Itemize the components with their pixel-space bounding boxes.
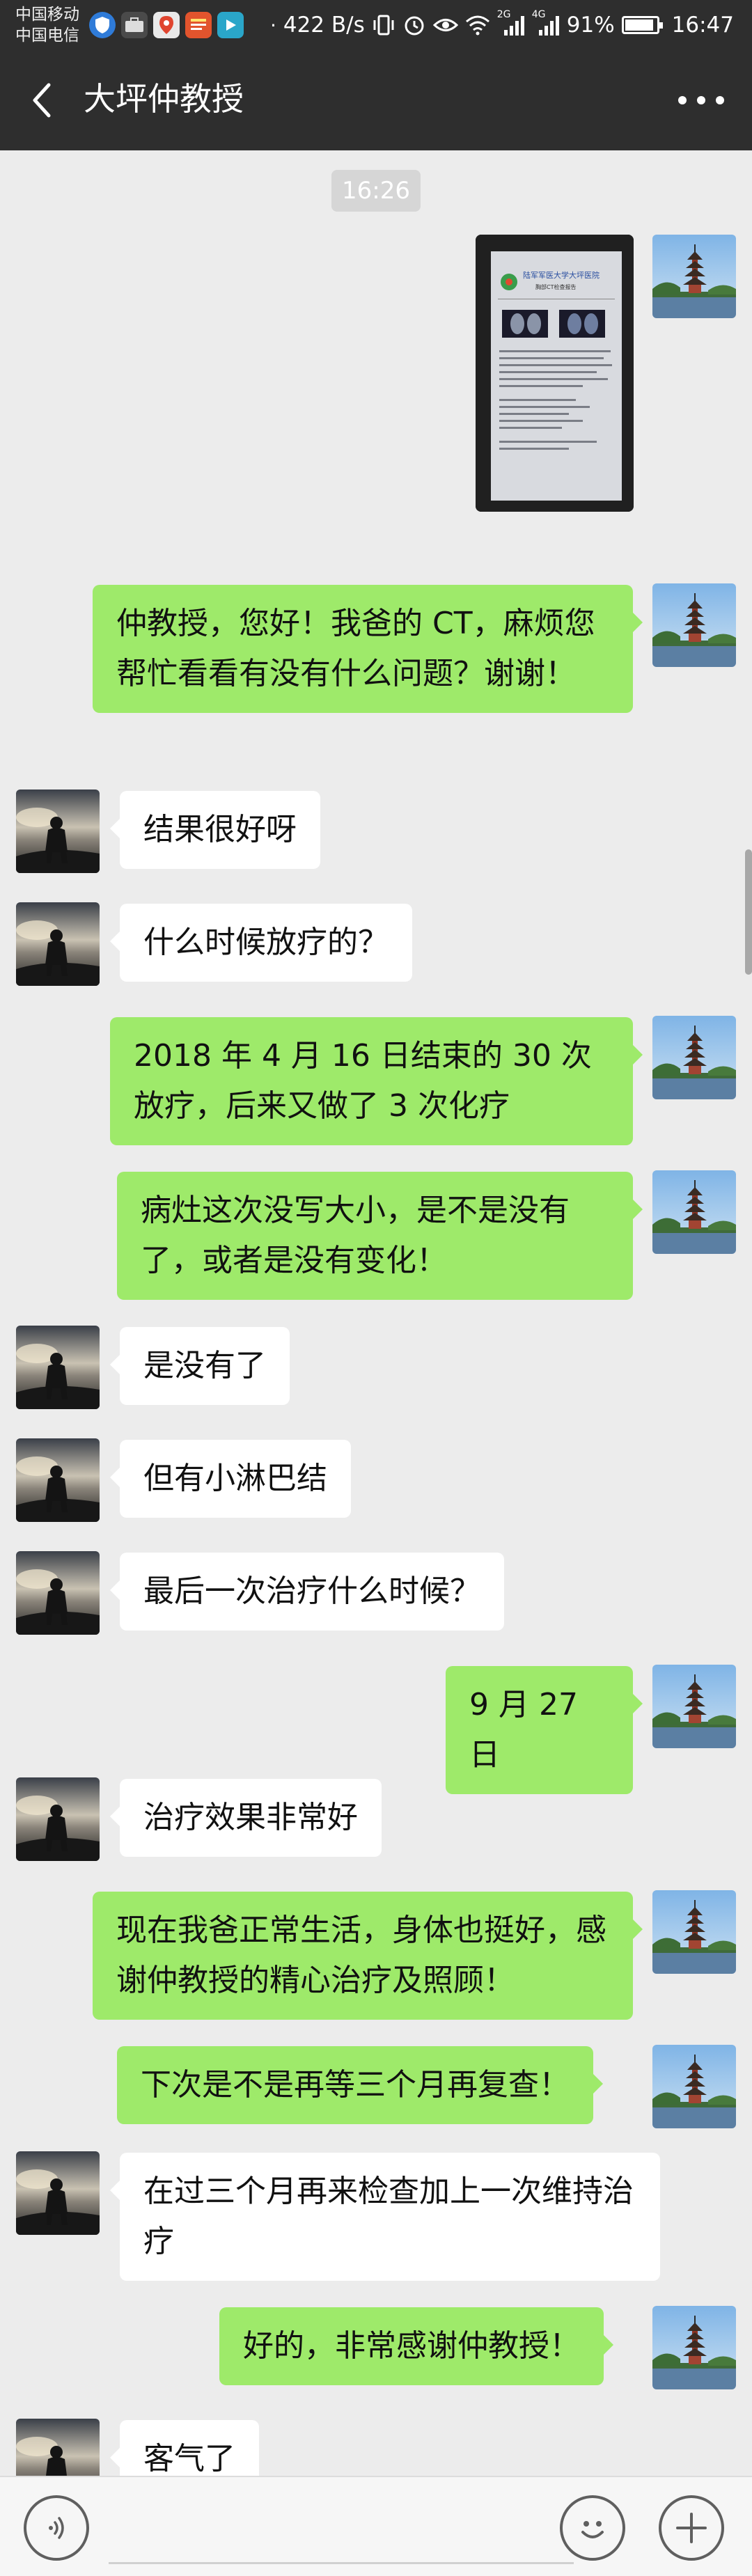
plus-icon [676, 2513, 707, 2543]
doc-subtitle: 胸部CT检查报告 [535, 283, 576, 290]
chat-area[interactable]: 16:26 陆军军医大学大坪医院 胸部CT检查报告 仲教授，您好！我爸的 CT，… [0, 150, 752, 2476]
alarm-icon [405, 16, 424, 36]
status-right: · 422 B/s 2G 4G 91% 16:47 [269, 9, 734, 40]
clock: 16:47 [671, 13, 734, 38]
carrier-info: 中国移动 中国电信 [15, 4, 79, 46]
vibrate-icon [373, 15, 394, 36]
battery-icon [621, 16, 663, 34]
doctor-avatar[interactable] [16, 790, 100, 873]
message-bubble-incoming[interactable]: 最后一次治疗什么时候？ [110, 1553, 504, 1631]
my-avatar[interactable] [652, 1170, 736, 1254]
message-bubble-outgoing[interactable]: 好的，非常感谢仲教授！ [219, 2307, 613, 2385]
carrier-1: 中国移动 [15, 6, 79, 24]
doctor-avatar[interactable] [16, 2419, 100, 2476]
scrollbar-thumb[interactable] [745, 849, 752, 975]
message-timestamp: 16:26 [331, 170, 421, 212]
my-avatar[interactable] [652, 2306, 736, 2389]
ct-report-photo: 陆军军医大学大坪医院 胸部CT检查报告 [476, 235, 634, 512]
battery-level [625, 19, 653, 31]
emoji-button[interactable] [560, 2495, 625, 2561]
status-bar: 中国移动 中国电信 · 422 B/s 2G 4G 91% 16:47 [0, 0, 752, 50]
message-bubble-outgoing[interactable]: 仲教授，您好！我爸的 CT，麻烦您帮忙看看有没有什么问题？谢谢！ [93, 585, 643, 713]
message-bubble-incoming[interactable]: 但有小淋巴结 [110, 1440, 351, 1518]
signal-2g: 2G [497, 9, 525, 37]
shield-icon [89, 12, 116, 38]
message-bubble-incoming[interactable]: 客气了 [110, 2420, 259, 2476]
doctor-avatar[interactable] [16, 1551, 100, 1635]
message-bubble-outgoing[interactable]: 下次是不是再等三个月再复查！ [117, 2046, 603, 2124]
message-bubble-incoming[interactable]: 在过三个月再来检查加上一次维持治疗 [110, 2153, 660, 2281]
more-button[interactable] [678, 89, 724, 111]
carrier-2: 中国电信 [15, 26, 79, 45]
doctor-avatar[interactable] [16, 1438, 100, 1522]
briefcase-icon [121, 12, 148, 38]
message-bubble-outgoing[interactable]: 2018 年 4 月 16 日结束的 30 次放疗，后来又做了 3 次化疗 [110, 1017, 643, 1145]
doctor-avatar[interactable] [16, 1777, 100, 1861]
location-pin-icon [153, 12, 180, 38]
my-avatar[interactable] [652, 2045, 736, 2128]
my-avatar[interactable] [652, 1016, 736, 1099]
chevron-left-icon [33, 83, 51, 118]
signal-4g: 4G [532, 9, 560, 37]
message-bubble-incoming[interactable]: 治疗效果非常好 [110, 1779, 382, 1857]
video-app-icon [217, 12, 244, 38]
net-speed: 422 B/s [283, 13, 365, 38]
plus-button[interactable] [659, 2495, 724, 2561]
dot-separator: · [269, 13, 276, 37]
message-bubble-incoming[interactable]: 什么时候放疗的？ [110, 904, 412, 982]
voice-button[interactable] [24, 2495, 89, 2561]
battery-percent: 91% [566, 13, 615, 38]
my-avatar[interactable] [652, 235, 736, 318]
message-input[interactable] [109, 2562, 574, 2564]
wifi-icon [465, 15, 489, 36]
message-bubble-outgoing[interactable]: 现在我爸正常生活，身体也挺好，感谢仲教授的精心治疗及照顾！ [93, 1892, 643, 2020]
chat-header: 大坪仲教授 [0, 50, 752, 150]
back-button[interactable] [25, 78, 60, 123]
input-bar [0, 2476, 752, 2576]
message-bubble-incoming[interactable]: 是没有了 [110, 1327, 290, 1405]
message-bubble-outgoing[interactable]: 病灶这次没写大小，是不是没有了，或者是没有变化！ [117, 1172, 643, 1300]
news-app-icon [185, 12, 212, 38]
message-bubble-incoming[interactable]: 结果很好呀 [110, 791, 320, 869]
chat-title: 大坪仲教授 [84, 80, 244, 118]
emoji-icon [581, 2521, 604, 2538]
my-avatar[interactable] [652, 1890, 736, 1974]
my-avatar[interactable] [652, 1665, 736, 1748]
voice-icon [49, 2517, 64, 2539]
doc-title: 陆军军医大学大坪医院 [523, 270, 600, 280]
notification-icons [89, 11, 244, 39]
doctor-avatar[interactable] [16, 902, 100, 986]
message-bubble-outgoing[interactable]: 9 月 27 日 [446, 1666, 643, 1794]
eye-icon [432, 19, 458, 31]
my-avatar[interactable] [652, 583, 736, 667]
doctor-avatar[interactable] [16, 2151, 100, 2235]
image-message[interactable]: 陆军军医大学大坪医院 胸部CT检查报告 [476, 235, 634, 512]
doctor-avatar[interactable] [16, 1326, 100, 1409]
more-dots-icon [678, 96, 687, 104]
